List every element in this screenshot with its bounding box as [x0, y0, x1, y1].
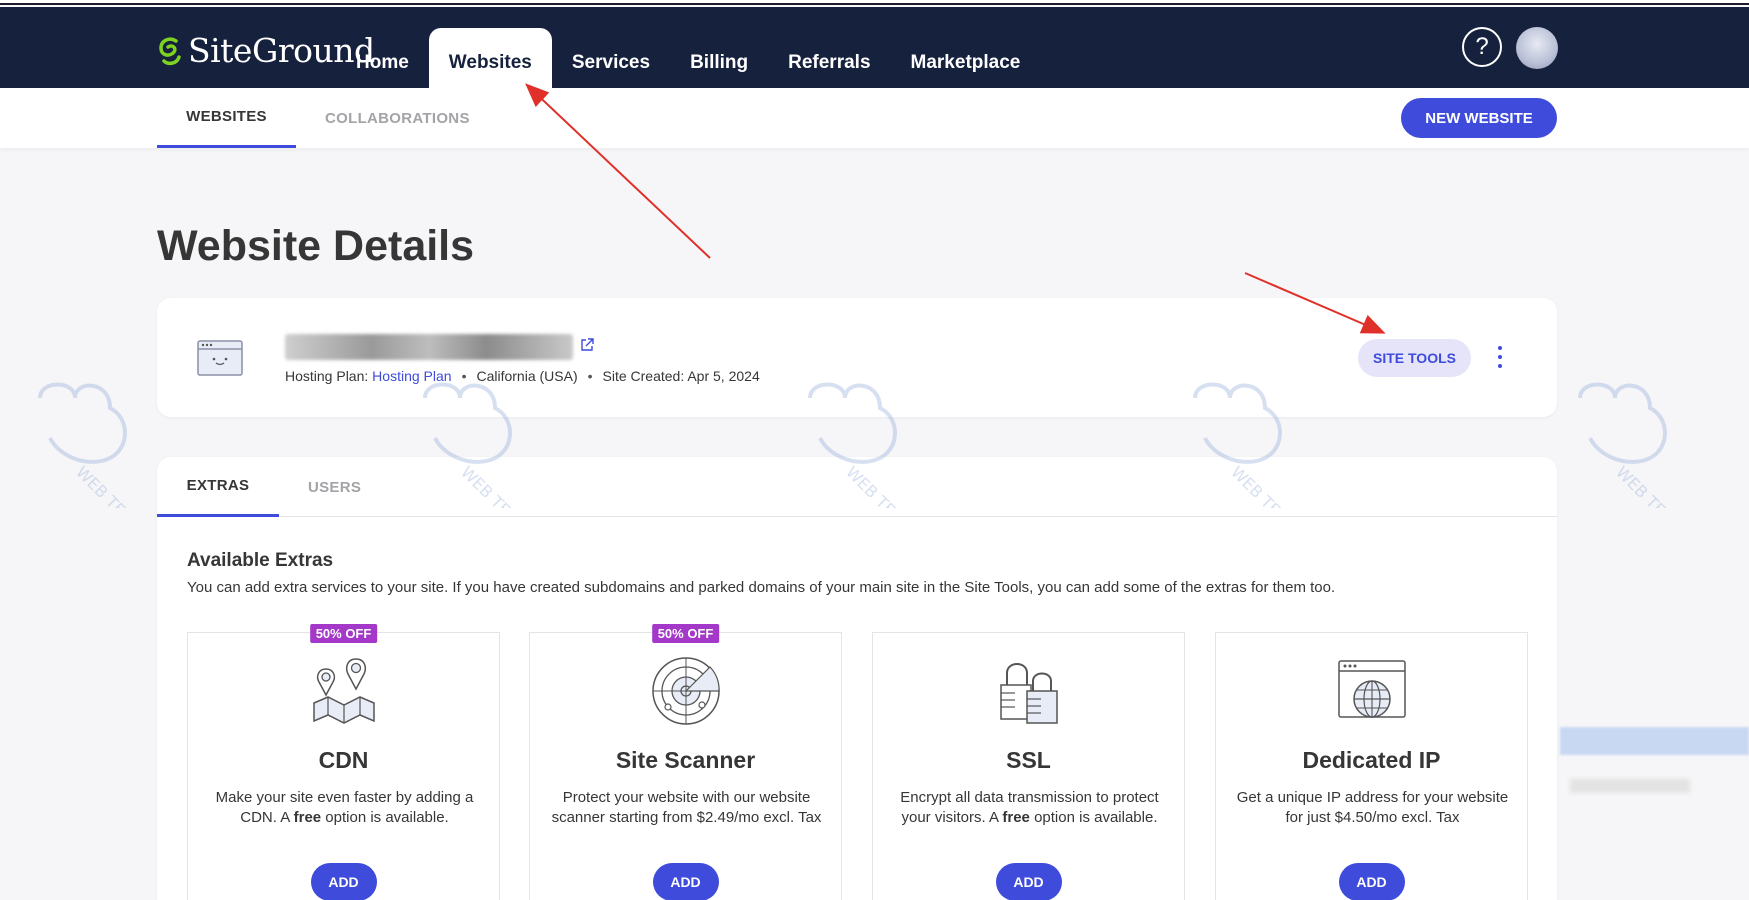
watermark-text: WEB TEK — [457, 462, 522, 508]
free-label: free — [1002, 809, 1030, 826]
browser-window-icon — [197, 340, 243, 376]
watermark-logo: WEB TEK — [1193, 382, 1292, 508]
add-site-scanner-button[interactable]: ADD — [652, 863, 719, 900]
watermark-logo: WEB TEK — [1578, 382, 1677, 508]
discount-badge: 50% OFF — [651, 624, 720, 643]
extra-description-part: Protect your website with our website sc… — [551, 789, 822, 826]
extra-description-part: option is available. — [1029, 809, 1158, 826]
separator-dot: • — [587, 368, 593, 384]
main-nav: Home Websites Services Billing Referrals… — [336, 28, 1040, 88]
extra-title: SSL — [1006, 747, 1051, 773]
top-navigation-bar: SiteGround Home Websites Services Billin… — [0, 7, 1749, 88]
tab-collaborations[interactable]: COLLABORATIONS — [325, 88, 470, 148]
add-dedicated-ip-button[interactable]: ADD — [1338, 863, 1405, 900]
page-title: Website Details — [157, 222, 475, 270]
watermark-text: WEB TEK — [1612, 462, 1677, 508]
tab-users[interactable]: USERS — [308, 457, 361, 517]
extra-tile-site-scanner: 50% OFF Site Scanner Protect your websit… — [529, 624, 842, 900]
user-avatar[interactable] — [1516, 27, 1558, 69]
nav-item-marketplace[interactable]: Marketplace — [891, 28, 1041, 88]
siteground-logo-icon — [159, 37, 181, 65]
sub-navigation-bar: WEBSITES COLLABORATIONS NEW WEBSITE — [0, 88, 1749, 148]
nav-item-referrals[interactable]: Referrals — [768, 28, 890, 88]
extra-title: CDN — [318, 747, 369, 773]
nav-item-websites[interactable]: Websites — [428, 28, 552, 88]
free-label: free — [293, 809, 322, 826]
redacted-area — [1570, 779, 1690, 793]
map-pins-icon — [312, 658, 375, 724]
extras-card: EXTRAS USERS Available Extras You can ad… — [157, 457, 1557, 900]
help-button[interactable]: ? — [1462, 27, 1502, 67]
watermark-logo: WEB TEK — [423, 382, 522, 508]
extra-description: Protect your website with our website sc… — [546, 788, 827, 828]
padlocks-icon — [999, 663, 1058, 724]
extra-description: Get a unique IP address for your website… — [1232, 788, 1513, 828]
watermark-text: WEB TEK — [72, 462, 137, 508]
extra-description-part: Get a unique IP address for your website… — [1236, 789, 1509, 826]
nav-item-home[interactable]: Home — [336, 28, 429, 88]
extra-description: Make your site even faster by adding a C… — [204, 788, 485, 828]
discount-badge: 50% OFF — [309, 624, 378, 643]
hosting-plan-prefix: Hosting Plan: — [285, 368, 369, 384]
nav-item-services[interactable]: Services — [552, 28, 670, 88]
extra-description: Encrypt all data transmission to protect… — [889, 788, 1170, 828]
extra-tile-ssl: SSL Encrypt all data transmission to pro… — [872, 632, 1185, 900]
tab-extras[interactable]: EXTRAS — [157, 457, 279, 517]
top-border — [0, 0, 1749, 5]
extra-title: Site Scanner — [615, 747, 756, 773]
globe-window-icon — [1337, 660, 1406, 718]
extra-tile-cdn: 50% OFF CDN Make your site even faster b… — [187, 624, 500, 900]
radar-icon — [651, 657, 720, 725]
watermark-text: WEB TEK — [842, 462, 907, 508]
available-extras-description: You can add extra services to your site.… — [187, 579, 1336, 596]
watermark-logo: WEB TEK — [808, 382, 907, 508]
nav-item-billing[interactable]: Billing — [670, 28, 768, 88]
extra-title: Dedicated IP — [1302, 747, 1441, 773]
external-link-icon[interactable] — [580, 338, 594, 352]
redacted-area — [1560, 727, 1749, 755]
more-options-icon[interactable] — [1495, 346, 1505, 368]
extra-description-part: option is available. — [321, 809, 449, 826]
site-domain-redacted[interactable] — [285, 334, 573, 360]
available-extras-title: Available Extras — [187, 550, 334, 571]
extra-tile-dedicated-ip: Dedicated IP Get a unique IP address for… — [1215, 632, 1528, 900]
watermark-text: WEB TEK — [1227, 462, 1292, 508]
new-website-button[interactable]: NEW WEBSITE — [1401, 98, 1557, 138]
site-created-date: Site Created: Apr 5, 2024 — [602, 368, 760, 384]
add-cdn-button[interactable]: ADD — [310, 863, 377, 900]
help-icon: ? — [1475, 33, 1489, 60]
watermark-logo: WEB TEK — [38, 382, 137, 508]
add-ssl-button[interactable]: ADD — [995, 863, 1062, 900]
site-tools-button[interactable]: SITE TOOLS — [1358, 339, 1471, 377]
tab-websites[interactable]: WEBSITES — [157, 88, 296, 148]
